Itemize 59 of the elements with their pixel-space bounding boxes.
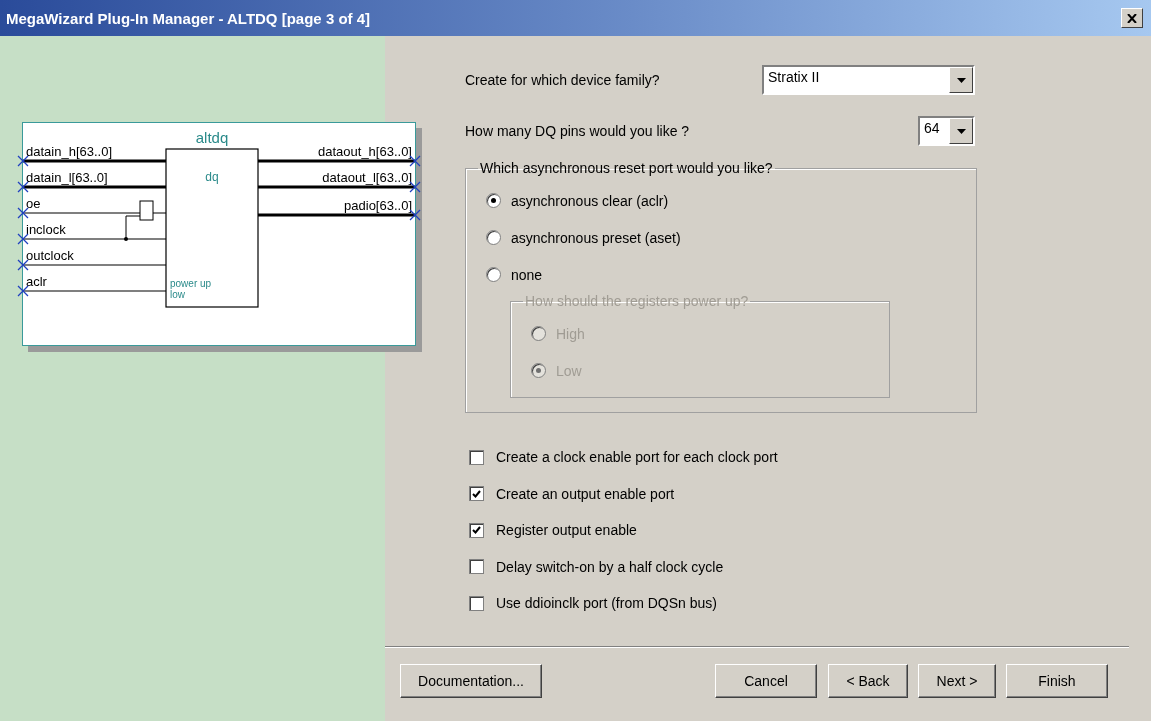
close-icon (1127, 13, 1137, 23)
pin-label: padio[63..0] (344, 198, 412, 213)
checkbox-label: Register output enable (496, 522, 637, 539)
pin-marker-icon (409, 155, 421, 167)
radio-button[interactable] (486, 230, 501, 245)
checkbox-option[interactable]: Create an output enable port (465, 475, 1129, 512)
radio-button[interactable] (486, 267, 501, 282)
radio-button[interactable] (486, 193, 501, 208)
checkbox-label: Create a clock enable port for each clock port (496, 449, 778, 466)
device-family-dropdown[interactable]: Stratix II (762, 65, 975, 95)
block-note: power up low (170, 278, 212, 300)
close-button[interactable] (1121, 8, 1143, 28)
dropdown-arrow-icon (956, 128, 966, 134)
pin-marker-icon (17, 259, 29, 271)
pin-marker-icon (17, 207, 29, 219)
field-label: Create for which device family? (465, 72, 660, 88)
radio-label: asynchronous preset (aset) (511, 229, 681, 246)
checkbox[interactable] (469, 559, 484, 575)
check-icon (472, 526, 481, 535)
checkbox[interactable] (469, 449, 484, 465)
radio-label: asynchronous clear (aclr) (511, 192, 669, 209)
checkbox-label: Create an output enable port (496, 485, 675, 502)
wizard-button[interactable]: Finish (1006, 663, 1108, 698)
radio-label: none (511, 266, 543, 283)
checkbox-option[interactable]: Register output enable (465, 512, 1129, 549)
diagram-title: altdq (195, 129, 229, 146)
checkbox-option[interactable]: Delay switch-on by a half clock cycle (465, 548, 1129, 585)
field-label: How many DQ pins would you like ? (465, 123, 690, 139)
wizard-button[interactable]: < Back (828, 663, 908, 698)
window-title: MegaWizard Plug-In Manager - ALTDQ [page 3 of 4] (6, 9, 371, 27)
wizard-button[interactable]: Next > (918, 663, 996, 698)
pin-marker-icon (17, 233, 29, 245)
group-title: How should the registers power up? (524, 293, 750, 309)
radio-option[interactable]: none (486, 256, 976, 293)
pin-label: inclock (26, 222, 66, 237)
dropdown-arrow-icon (956, 77, 966, 83)
dq-pins-dropdown[interactable]: 64 (918, 116, 975, 146)
checkbox-option[interactable]: Use ddioinclk port (from DQSn bus) (465, 585, 1129, 622)
pin-label: oe (26, 196, 41, 211)
block-label: dq (205, 170, 219, 184)
pin-marker-icon (17, 285, 29, 297)
radio-option[interactable]: asynchronous clear (aclr) (486, 182, 976, 219)
check-icon (472, 489, 481, 498)
checkbox[interactable] (469, 522, 484, 538)
group-title: Which asynchronous reset port would you like? (479, 160, 774, 176)
pin-label: datain_h[63..0] (26, 144, 113, 159)
pin-label: datain_l[63..0] (26, 170, 108, 185)
pin-label: dataout_h[63..0] (318, 144, 412, 159)
pin-label: dataout_l[63..0] (322, 170, 412, 185)
wizard-button[interactable]: Documentation... (400, 663, 542, 698)
checkbox-label: Delay switch-on by a half clock cycle (496, 558, 724, 575)
checkbox[interactable] (469, 486, 484, 502)
radio-option[interactable]: asynchronous preset (aset) (486, 219, 976, 256)
checkbox[interactable] (469, 595, 484, 611)
wizard-button[interactable]: Cancel (715, 663, 817, 698)
pin-label: outclock (26, 248, 74, 263)
pin-label: aclr (26, 274, 47, 289)
checkbox-label: Use ddioinclk port (from DQSn bus) (496, 595, 717, 612)
checkbox-option[interactable]: Create a clock enable port for each clock port (465, 439, 1129, 476)
